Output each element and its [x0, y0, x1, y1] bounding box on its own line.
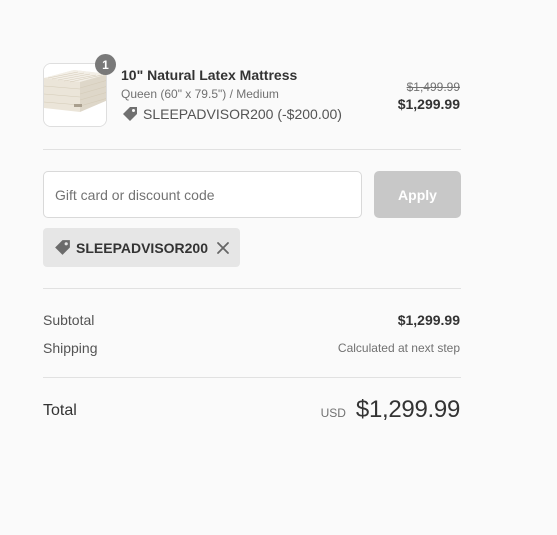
apply-button[interactable]: Apply — [374, 171, 461, 218]
mattress-illustration — [44, 64, 106, 126]
discount-code-input[interactable] — [43, 171, 362, 218]
quantity-badge: 1 — [95, 54, 116, 75]
original-price: $1,499.99 — [406, 80, 460, 94]
discount-tag-icon — [123, 107, 137, 121]
subtotal-value: $1,299.99 — [397, 312, 460, 328]
product-price: $1,299.99 — [397, 96, 460, 112]
divider — [43, 377, 461, 378]
product-discount-text: SLEEPADVISOR200 (-$200.00) — [143, 106, 342, 122]
close-icon — [217, 241, 229, 254]
shipping-value: Calculated at next step — [337, 341, 460, 355]
divider — [43, 288, 461, 289]
shipping-label: Shipping — [43, 340, 98, 356]
total-value: $1,299.99 — [355, 396, 460, 423]
product-title: 10" Natural Latex Mattress — [121, 67, 298, 83]
applied-discount-chip: SLEEPADVISOR200 — [43, 228, 241, 267]
product-discount-line: SLEEPADVISOR200 (-$200.00) — [121, 105, 342, 123]
currency-code: USD — [320, 406, 346, 420]
applied-discount-code: SLEEPADVISOR200 — [76, 239, 209, 256]
order-summary-panel: 1 10" Natural Latex Mattress Queen (60" … — [0, 0, 557, 535]
subtotal-label: Subtotal — [43, 312, 95, 328]
product-variant: Queen (60" x 79.5") / Medium — [121, 87, 279, 101]
remove-discount-button[interactable] — [216, 241, 230, 255]
divider — [43, 149, 461, 150]
mattress-image — [43, 63, 107, 127]
total-label: Total — [43, 402, 77, 419]
total-amount: USD $1,299.99 — [320, 396, 461, 424]
discount-tag-icon — [55, 240, 70, 255]
product-thumbnail: 1 — [43, 54, 116, 127]
